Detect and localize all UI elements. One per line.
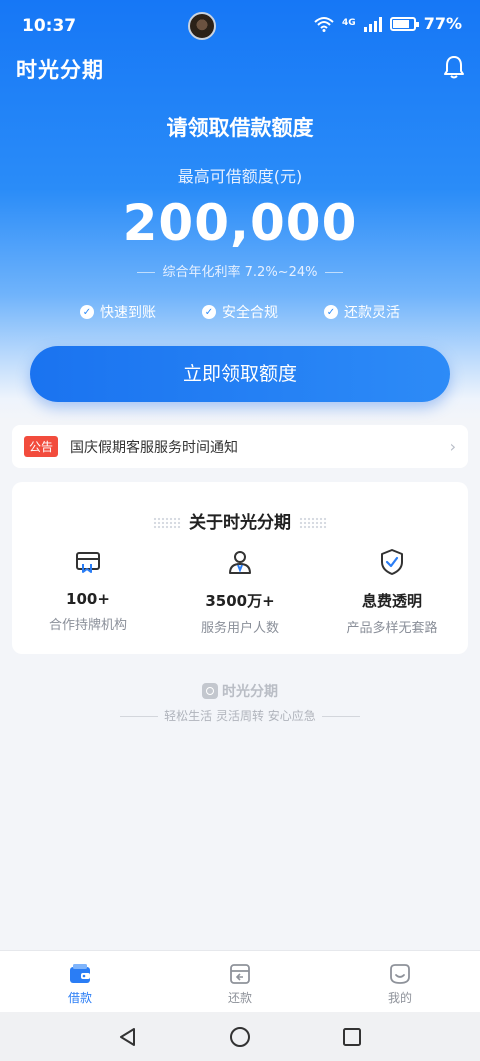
interest-rate-text: 综合年化利率 7.2%~24% <box>162 265 318 280</box>
tab-repay[interactable]: 还款 <box>160 951 320 1012</box>
footer-slogan: 轻松生活 灵活周转 安心应急 <box>0 707 480 724</box>
recents-icon[interactable] <box>341 1026 363 1048</box>
check-icon: ✓ <box>324 305 338 319</box>
stat-label: 服务用户人数 <box>200 621 279 636</box>
tab-label: 借款 <box>67 991 92 1005</box>
smile-icon <box>390 964 410 984</box>
bell-icon[interactable] <box>442 54 466 80</box>
stats-row: 100+ 合作持牌机构 3500万+ 服务用户人数 息费透明 产品多样无套路 <box>12 548 468 636</box>
bill-icon <box>230 964 250 984</box>
notification-avatar-icon <box>188 12 216 40</box>
tab-label: 还款 <box>227 991 252 1005</box>
stat-label: 合作持牌机构 <box>48 618 127 633</box>
shield-check-icon <box>381 549 403 575</box>
stat-value: 息费透明 <box>361 592 422 610</box>
status-time: 10:37 <box>22 16 77 36</box>
stat-item: 3500万+ 服务用户人数 <box>164 548 316 636</box>
dots-decoration <box>153 517 181 529</box>
status-bar: 10:37 4G 77% <box>0 0 480 54</box>
claim-credit-button[interactable]: 立即领取额度 <box>30 346 450 402</box>
stat-item: 息费透明 产品多样无套路 <box>316 548 468 636</box>
dots-decoration <box>299 517 327 529</box>
feature-item: ✓ 还款灵活 <box>324 302 400 322</box>
bottom-tab-bar: 借款 还款 我的 <box>0 950 480 1012</box>
feature-label: 还款灵活 <box>344 305 400 321</box>
about-title: 关于时光分期 <box>12 508 468 533</box>
footer-brand: 时光分期 <box>0 681 480 701</box>
user-icon <box>229 551 251 574</box>
about-card: 关于时光分期 100+ 合作持牌机构 3500万+ 服务用户人数 息费透明 产品… <box>12 482 468 654</box>
system-nav-bar <box>0 1012 480 1061</box>
about-title-text: 关于时光分期 <box>189 513 291 533</box>
interest-rate: 综合年化利率 7.2%~24% <box>0 261 480 280</box>
brand-logo-icon <box>202 683 218 699</box>
home-icon[interactable] <box>229 1026 251 1048</box>
battery-icon <box>389 16 419 31</box>
feature-item: ✓ 安全合规 <box>202 302 278 322</box>
notice-badge: 公告 <box>24 436 59 457</box>
notice-bar[interactable]: 公告 国庆假期客服服务时间通知 › <box>12 425 468 468</box>
hero-title: 请领取借款额度 <box>166 116 314 140</box>
credit-amount: 200,000 <box>122 194 358 252</box>
card-icon <box>76 552 100 573</box>
footer-brand-name: 时光分期 <box>222 684 278 700</box>
status-indicators: 4G 77% <box>314 14 462 33</box>
feature-label: 快速到账 <box>100 305 156 321</box>
back-icon[interactable] <box>117 1026 139 1048</box>
network-label: 4G <box>342 18 356 28</box>
feature-list: ✓ 快速到账 ✓ 安全合规 ✓ 还款灵活 <box>0 302 480 322</box>
max-credit-label: 最高可借额度(元) <box>177 167 303 186</box>
chevron-right-icon: › <box>449 437 456 456</box>
stat-value: 100+ <box>66 590 110 608</box>
stat-value: 3500万+ <box>205 592 275 610</box>
tab-mine[interactable]: 我的 <box>320 951 480 1012</box>
tab-label: 我的 <box>387 991 412 1005</box>
stat-label: 产品多样无套路 <box>346 621 438 636</box>
check-icon: ✓ <box>202 305 216 319</box>
footer-slogan-text: 轻松生活 灵活周转 安心应急 <box>164 709 316 723</box>
app-title: 时光分期 <box>16 58 104 82</box>
feature-item: ✓ 快速到账 <box>80 302 156 322</box>
battery-percent: 77% <box>423 14 462 33</box>
wallet-icon <box>70 964 90 983</box>
tab-loan[interactable]: 借款 <box>0 951 160 1012</box>
notice-text: 国庆假期客服服务时间通知 <box>70 439 239 456</box>
wifi-icon <box>314 16 334 32</box>
check-icon: ✓ <box>80 305 94 319</box>
signal-icon <box>363 16 382 32</box>
feature-label: 安全合规 <box>222 305 278 321</box>
stat-item: 100+ 合作持牌机构 <box>12 548 164 636</box>
